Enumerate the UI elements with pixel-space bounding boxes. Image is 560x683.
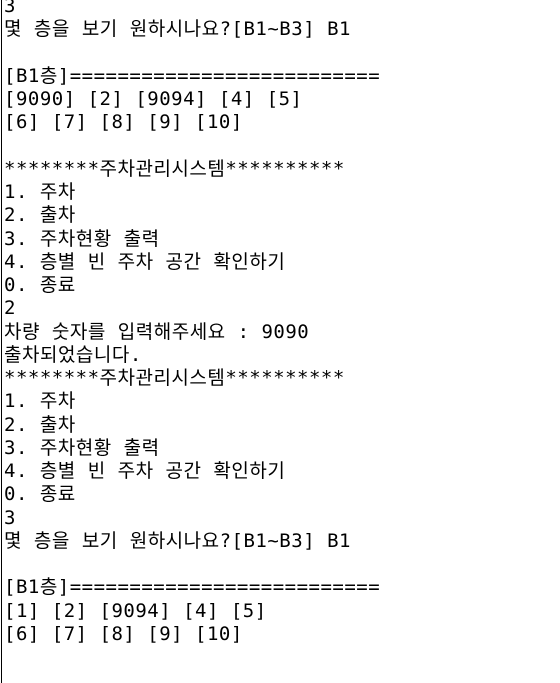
console-line: 1. 주차	[4, 390, 76, 413]
console-line: 1. 주차	[4, 181, 76, 203]
console-line: [1] [2] [9094] [4] [5]	[4, 599, 267, 622]
console-line: 3. 주차현황 출력	[4, 436, 160, 459]
console-line: 4. 층별 빈 주차 공간 확인하기	[4, 460, 286, 482]
console-line: 0. 종료	[4, 483, 76, 506]
console-line: [9090] [2] [9094] [4] [5]	[4, 88, 303, 110]
console-line: 몇 층을 보기 원하시나요?[B1~B3] B1	[4, 529, 351, 552]
console-line: [6] [7] [8] [9] [10]	[4, 111, 243, 134]
console-line: ********주차관리시스템**********	[4, 367, 345, 389]
console-line: 0. 종료	[4, 274, 76, 296]
console-output[interactable]: 3 몇 층을 보기 원하시나요?[B1~B3] B1 [B1층]========…	[0, 0, 560, 683]
console-lines: 3 몇 층을 보기 원하시나요?[B1~B3] B1 [B1층]========…	[4, 0, 380, 646]
console-line: [B1층]==========================	[4, 64, 381, 87]
console-line: 4. 층별 빈 주차 공간 확인하기	[4, 250, 286, 273]
console-line: [B1층]==========================	[4, 576, 381, 599]
console-left-border	[1, 0, 2, 683]
console-line: 3	[4, 506, 16, 529]
console-line: 2. 출차	[4, 413, 76, 436]
console-line: [6] [7] [8] [9] [10]	[4, 622, 243, 645]
console-line: ********주차관리시스템**********	[4, 157, 345, 180]
console-line: 몇 층을 보기 원하시나요?[B1~B3] B1	[4, 18, 351, 41]
console-line: 3. 주차현황 출력	[4, 227, 160, 250]
console-line: 3	[4, 0, 16, 17]
console-line: 출차되었습니다.	[4, 343, 142, 366]
console-line: 2. 출차	[4, 204, 76, 227]
console-line: 차량 숫자를 입력해주세요 : 9090	[4, 320, 310, 343]
console-line: 2	[4, 297, 16, 320]
